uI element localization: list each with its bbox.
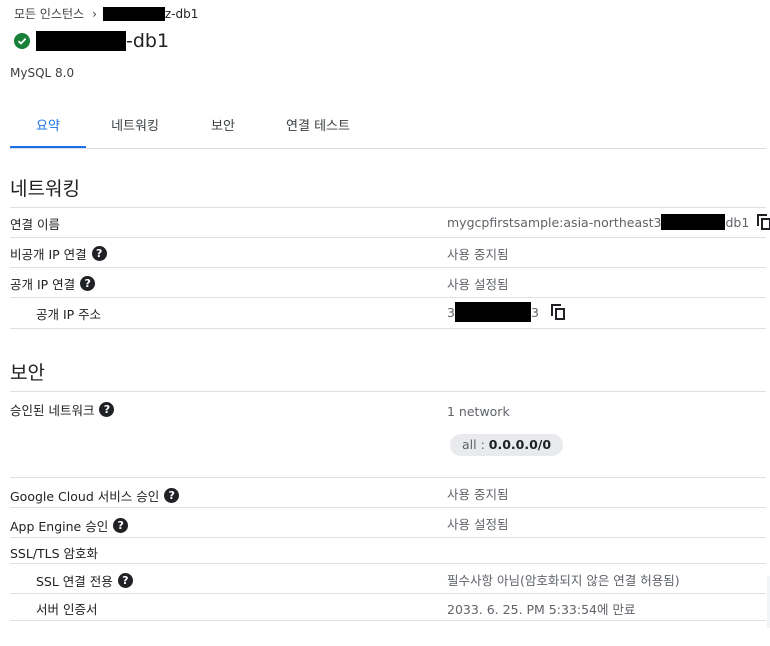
connection-name-label: 연결 이름 [10,217,60,232]
connection-name-prefix: mygcpfirstsample:asia-northeast3 [447,214,662,230]
connection-name-value: mygcpfirstsample:asia-northeast3 db1 [447,214,770,230]
help-icon[interactable]: ? [99,402,115,417]
ssl-tls-row: SSL/TLS 암호화 [10,537,766,564]
public-ip-address-value: 3 3 [447,302,565,322]
breadcrumb-all-instances[interactable]: 모든 인스턴스 [14,5,84,22]
public-ip-prefix: 3 [447,304,455,320]
google-cloud-auth-row: Google Cloud 서비스 승인 ? 사용 중지됨 [10,477,766,508]
page-title: -db1 [14,30,169,52]
help-icon[interactable]: ? [113,518,129,533]
private-ip-value: 사용 중지됨 [447,247,509,262]
app-engine-auth-label-text: App Engine 승인 [10,519,109,534]
authorized-networks-row: 승인된 네트워크 ? 1 network all : 0.0.0.0/0 [10,391,766,478]
server-cert-value: 2033. 6. 25. PM 5:33:54에 만료 [447,602,636,617]
private-ip-label: 비공개 IP 연결 ? [10,244,107,263]
google-cloud-auth-value: 사용 중지됨 [447,487,509,502]
google-cloud-auth-label-text: Google Cloud 서비스 승인 [10,489,160,504]
tab-networking[interactable]: 네트워킹 [98,112,172,146]
public-ip-suffix: 3 [530,304,539,320]
ssl-tls-label: SSL/TLS 암호화 [10,546,99,561]
private-ip-row: 비공개 IP 연결 ? 사용 중지됨 [10,237,766,268]
tab-connection-test[interactable]: 연결 테스트 [278,112,358,146]
tab-bar: 요약 네트워킹 보안 연결 테스트 [10,112,766,149]
server-cert-label: 서버 인증서 [36,602,98,617]
public-ip-row: 공개 IP 연결 ? 사용 설정됨 [10,267,766,298]
breadcrumb-separator-icon: › [92,6,97,21]
help-icon[interactable]: ? [91,246,107,261]
redacted-block [661,214,726,230]
check-circle-icon [14,33,30,49]
redacted-block [102,6,165,21]
public-ip-address-label: 공개 IP 주소 [36,307,102,322]
redacted-block [36,31,126,51]
tab-security[interactable]: 보안 [198,112,248,146]
private-ip-label-text: 비공개 IP 연결 [10,247,87,262]
tab-summary[interactable]: 요약 [10,112,86,148]
public-ip-value: 사용 설정됨 [447,277,509,292]
database-version: MySQL 8.0 [10,66,75,80]
network-chip[interactable]: all : 0.0.0.0/0 [450,434,564,456]
ssl-only-row: SSL 연결 전용 ? 필수사항 아님(암호화되지 않은 연결 허용됨) [10,563,766,594]
public-ip-label-text: 공개 IP 연결 [10,277,76,292]
public-ip-address-row: 공개 IP 주소 3 3 [10,297,766,329]
app-engine-auth-row: App Engine 승인 ? 사용 설정됨 [10,507,766,538]
copy-icon[interactable] [550,304,565,320]
google-cloud-auth-label: Google Cloud 서비스 승인 ? [10,486,180,505]
help-icon[interactable]: ? [117,573,133,588]
server-cert-row: 서버 인증서 2033. 6. 25. PM 5:33:54에 만료 [10,593,766,621]
app-engine-auth-label: App Engine 승인 ? [10,516,129,535]
networking-section-title: 네트워킹 [10,178,80,200]
authorized-networks-label: 승인된 네트워크 ? [10,400,115,419]
breadcrumb: 모든 인스턴스 › z-db1 [14,5,198,22]
ssl-only-label-text: SSL 연결 전용 [36,574,113,589]
app-engine-auth-value: 사용 설정됨 [447,517,509,532]
ssl-only-value: 필수사항 아님(암호화되지 않은 연결 허용됨) [447,573,680,588]
network-chip-name: all : [462,437,489,452]
network-chip-value: 0.0.0.0/0 [488,437,552,452]
connection-name-suffix: db1 [725,214,750,230]
authorized-networks-count: 1 network [447,404,510,419]
copy-icon[interactable] [757,214,770,230]
public-ip-label: 공개 IP 연결 ? [10,274,96,293]
redacted-block [454,302,531,322]
instance-name: -db1 [126,30,170,52]
instance-overview-page: 모든 인스턴스 › z-db1 -db1 MySQL 8.0 요약 네트워킹 보… [0,0,770,646]
help-icon[interactable]: ? [164,488,180,503]
help-icon[interactable]: ? [80,276,96,291]
breadcrumb-current: z-db1 [164,6,199,21]
connection-name-row: 연결 이름 mygcpfirstsample:asia-northeast3 d… [10,207,770,238]
ssl-only-label: SSL 연결 전용 ? [36,571,133,590]
security-section-title: 보안 [10,362,45,384]
authorized-networks-label-text: 승인된 네트워크 [10,403,95,418]
